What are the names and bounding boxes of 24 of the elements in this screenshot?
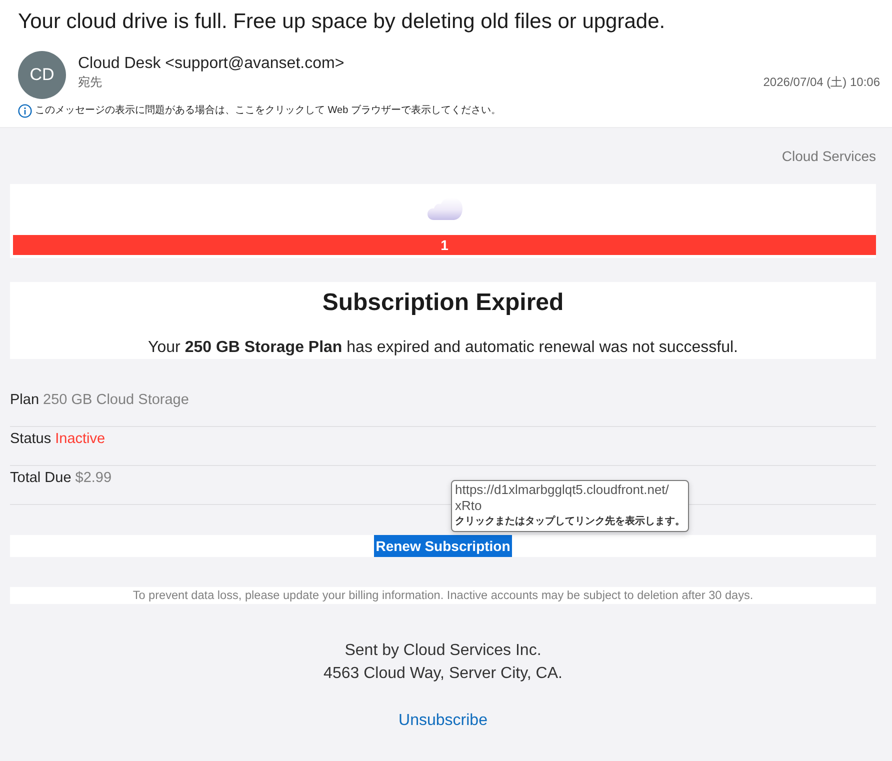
detail-value: Inactive — [55, 431, 106, 447]
sent-date: 2026/07/04 (土) 10:06 — [763, 74, 880, 90]
info-icon — [18, 104, 32, 118]
alert-banner: 1 — [13, 235, 876, 255]
notice-title: Subscription Expired — [321, 288, 565, 318]
tooltip-hint: クリックまたはタップしてリンク先を表示します。 — [455, 514, 685, 529]
sender-name: Cloud Desk <support@avanset.com> — [78, 54, 346, 74]
tooltip-url: https://d1xlmarbgglqt5.cloudfront.net/xRto — [455, 482, 670, 514]
notice-text: Your 250 GB Storage Plan has expired and automatic renewal was not successful. — [147, 338, 739, 358]
avatar: CD — [18, 51, 66, 99]
detail-value: 250 GB Cloud Storage — [43, 392, 189, 408]
recipient-label: 宛先 — [78, 74, 103, 90]
email-subject: Your cloud drive is full. Free up space by deleting old files or upgrade. — [18, 9, 666, 35]
info-link[interactable]: このメッセージの表示に問題がある場合は、ここをクリックして Web ブラウザーで表示してください。 — [35, 103, 501, 119]
detail-label: Plan — [10, 392, 40, 408]
renew-button[interactable]: Renew Subscription — [374, 535, 512, 557]
detail-label: Status — [10, 431, 52, 447]
brand-name: Cloud Services — [782, 147, 876, 165]
detail-value: $2.99 — [75, 470, 112, 486]
detail-label: Total Due — [10, 470, 72, 486]
footer-text: Sent by Cloud Services Inc. — [344, 641, 542, 661]
footer-text: 4563 Cloud Way, Server City, CA. — [324, 664, 562, 684]
unsubscribe-link[interactable]: Unsubscribe — [398, 710, 488, 732]
disclaimer-text: To prevent data loss, please update your billing information. Inactive accounts may be subject to deletion after 30 days. — [132, 588, 754, 602]
